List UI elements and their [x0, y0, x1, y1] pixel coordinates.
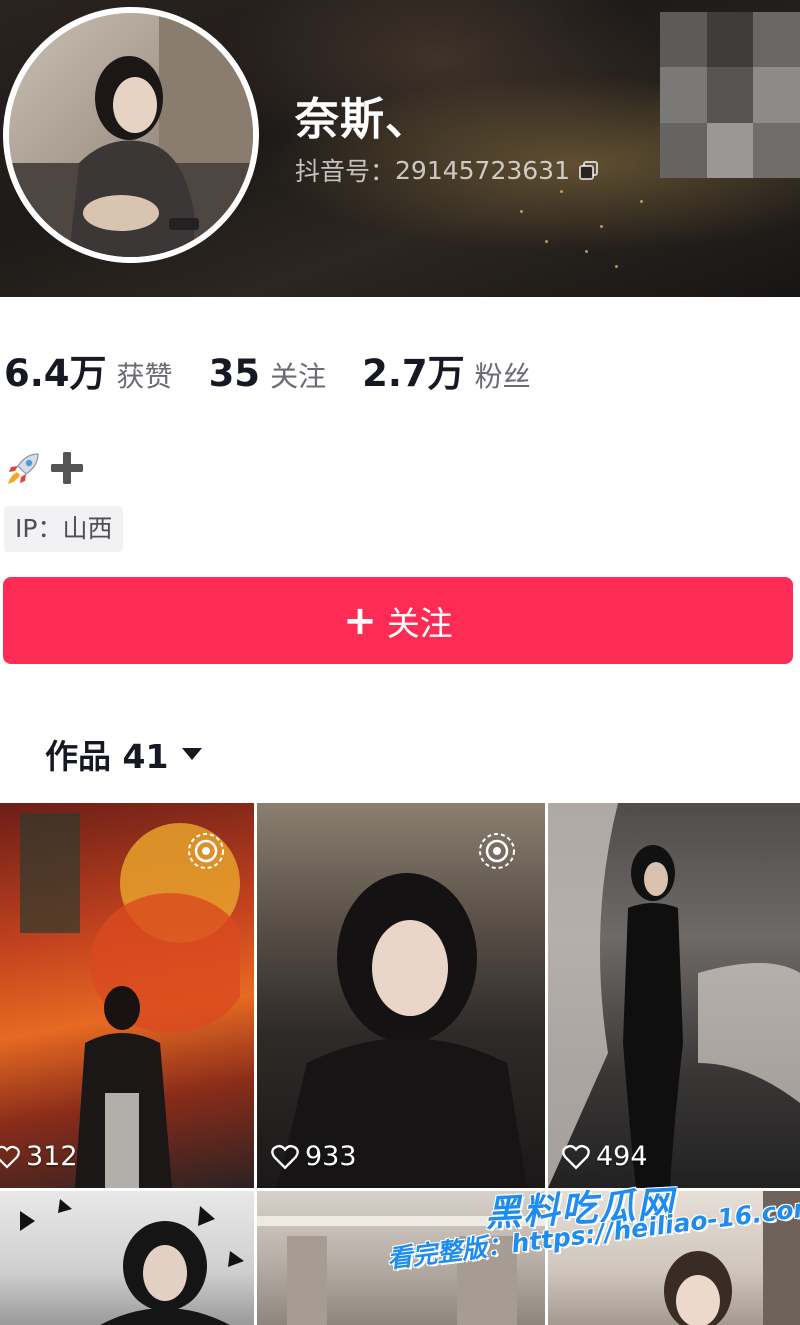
stat-label: 获赞 — [116, 360, 173, 393]
works-tab[interactable]: 作品 41 — [45, 730, 203, 778]
background-sparkle — [600, 225, 603, 228]
plus-icon — [48, 449, 86, 491]
follow-button-label: 关注 — [386, 603, 453, 643]
background-sparkle — [560, 190, 563, 193]
works-tab-label: 作品 41 — [45, 737, 169, 776]
heart-icon — [271, 1144, 299, 1169]
caret-down-icon — [182, 748, 203, 760]
likes-count: 312 — [26, 1141, 78, 1172]
profile-header: 奈斯、 抖音号： 29145723631 — [0, 0, 800, 297]
heart-icon — [0, 1145, 20, 1169]
butterfly-wall — [20, 1199, 244, 1325]
heart-icon — [562, 1144, 590, 1169]
video-likes: 494 — [562, 1141, 648, 1172]
copy-icon[interactable] — [578, 159, 600, 181]
stat-following[interactable]: 35 关注 — [209, 352, 327, 395]
video-tile[interactable] — [0, 1191, 254, 1325]
person-figure — [75, 986, 172, 1188]
video-likes: 312 — [0, 1141, 78, 1172]
nickname: 奈斯、 — [295, 94, 430, 145]
background-sparkle — [545, 240, 548, 243]
follow-button[interactable]: + 关注 — [3, 577, 793, 664]
stat-followers[interactable]: 2.7万 粉丝 — [362, 343, 531, 397]
blurred-mosaic — [660, 12, 800, 178]
video-tile[interactable]: 312 — [0, 803, 254, 1188]
person-figure — [623, 845, 683, 1188]
live-icon — [479, 833, 515, 869]
stat-likes[interactable]: 6.4万 获赞 — [4, 343, 173, 397]
background-sparkle — [615, 265, 618, 268]
plus-icon: + — [343, 597, 377, 644]
douyin-id-value: 29145723631 — [395, 155, 570, 185]
stat-value: 6.4万 — [4, 352, 107, 395]
douyin-id: 抖音号： 29145723631 — [295, 152, 600, 188]
stat-value: 35 — [208, 352, 261, 395]
video-likes: 933 — [271, 1141, 357, 1172]
likes-count: 494 — [596, 1141, 648, 1172]
profile-stats: 6.4万 获赞 35 关注 2.7万 粉丝 — [4, 343, 567, 397]
avatar-image — [9, 13, 253, 257]
stat-label: 关注 — [270, 360, 327, 393]
avatar[interactable] — [3, 7, 259, 263]
rocket-icon — [4, 448, 44, 492]
live-icon — [188, 833, 224, 869]
video-tile[interactable]: 933 — [257, 803, 545, 1188]
likes-count: 933 — [305, 1141, 357, 1172]
stat-label: 粉丝 — [474, 360, 531, 393]
person-figure — [277, 873, 527, 1188]
video-tile[interactable]: 494 — [548, 803, 800, 1188]
bio — [4, 448, 86, 492]
background-sparkle — [585, 250, 588, 253]
background-sparkle — [640, 200, 643, 203]
background-sparkle — [520, 210, 523, 213]
douyin-id-label: 抖音号： — [295, 157, 396, 186]
ip-location-tag: IP：山西 — [4, 506, 124, 552]
stat-value: 2.7万 — [362, 352, 465, 395]
